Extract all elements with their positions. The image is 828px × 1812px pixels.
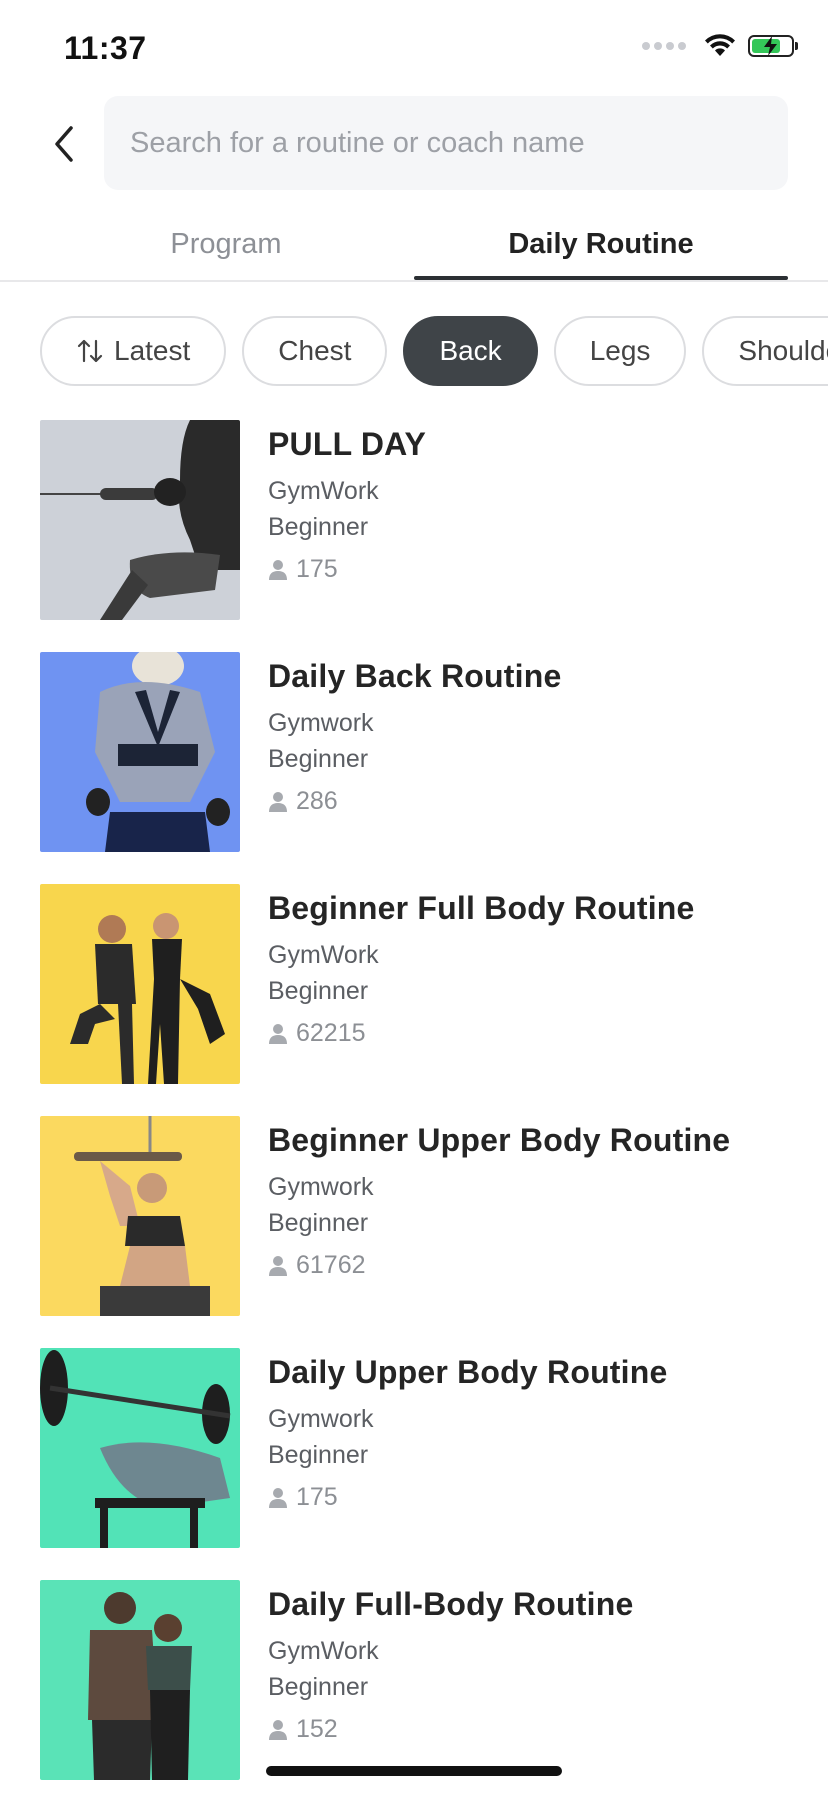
routine-level: Beginner <box>268 1441 369 1469</box>
sort-icon <box>76 338 104 364</box>
routine-level: Beginner <box>268 1673 369 1701</box>
filter-chip-legs[interactable]: Legs <box>553 316 687 386</box>
home-indicator <box>266 1766 562 1776</box>
person-icon <box>268 791 288 813</box>
status-time: 11:37 <box>64 30 147 66</box>
search-box[interactable] <box>104 96 788 190</box>
routine-level: Beginner <box>268 1209 369 1237</box>
routine-coach: Gymwork <box>268 709 374 737</box>
routine-coach: GymWork <box>268 941 379 969</box>
filter-chip-label: Shoulde <box>738 335 828 366</box>
routine-level: Beginner <box>268 977 369 1005</box>
routine-coach: Gymwork <box>268 1405 374 1433</box>
routine-item[interactable]: Daily Upper Body Routine Gymwork Beginne… <box>40 1348 828 1548</box>
routine-list: PULL DAY GymWork Beginner 175 Daily Back… <box>40 420 828 1812</box>
participant-count-value: 286 <box>296 787 338 815</box>
routine-title: Daily Back Routine <box>268 658 562 694</box>
routine-level: Beginner <box>268 745 369 773</box>
routine-title: Daily Full-Body Routine <box>268 1586 634 1622</box>
tab-daily-routine[interactable]: Daily Routine <box>414 228 788 261</box>
routine-thumbnail <box>40 1580 240 1780</box>
participant-count: 61762 <box>268 1251 730 1280</box>
tab-bar: Program Daily Routine <box>0 210 828 282</box>
routine-thumbnail <box>40 652 240 852</box>
routine-title: Daily Upper Body Routine <box>268 1354 668 1390</box>
participant-count-value: 62215 <box>296 1019 366 1047</box>
routine-title: Beginner Full Body Routine <box>268 890 695 926</box>
filter-chip-shoulders[interactable]: Shoulde <box>702 316 828 386</box>
filter-chips: Latest Chest Back Legs Shoulde <box>40 316 828 388</box>
participant-count: 152 <box>268 1715 634 1744</box>
participant-count-value: 61762 <box>296 1251 366 1279</box>
participant-count: 286 <box>268 787 561 816</box>
person-icon <box>268 1719 288 1741</box>
search-input[interactable] <box>128 125 788 161</box>
participant-count: 62215 <box>268 1019 695 1048</box>
participant-count-value: 175 <box>296 1483 338 1511</box>
routine-title: PULL DAY <box>268 426 427 462</box>
person-icon <box>268 1255 288 1277</box>
routine-coach: GymWork <box>268 477 379 505</box>
filter-chip-label: Back <box>439 335 502 366</box>
routine-coach: Gymwork <box>268 1173 374 1201</box>
routine-thumbnail <box>40 884 240 1084</box>
participant-count-value: 175 <box>296 555 338 583</box>
filter-chip-back[interactable]: Back <box>403 316 538 386</box>
routine-thumbnail <box>40 1348 240 1548</box>
routine-item[interactable]: Beginner Upper Body Routine Gymwork Begi… <box>40 1116 828 1316</box>
routine-item[interactable]: PULL DAY GymWork Beginner 175 <box>40 420 828 620</box>
routine-item[interactable]: Beginner Full Body Routine GymWork Begin… <box>40 884 828 1084</box>
filter-chip-latest[interactable]: Latest <box>40 316 227 386</box>
filter-chip-chest[interactable]: Chest <box>242 316 388 386</box>
participant-count: 175 <box>268 1483 668 1512</box>
chevron-left-icon <box>55 126 73 162</box>
battery-charging-icon <box>748 35 798 57</box>
participant-count: 175 <box>268 555 426 584</box>
person-icon <box>268 1023 288 1045</box>
routine-item[interactable]: Daily Full-Body Routine GymWork Beginner… <box>40 1580 828 1780</box>
signal-dots-icon <box>642 42 686 50</box>
filter-chip-label: Chest <box>278 335 352 366</box>
status-bar: 11:37 <box>0 0 828 90</box>
status-icons <box>642 34 798 58</box>
participant-count-value: 152 <box>296 1715 338 1743</box>
routine-thumbnail <box>40 420 240 620</box>
wifi-icon <box>705 34 735 56</box>
routine-title: Beginner Upper Body Routine <box>268 1122 731 1158</box>
routine-thumbnail <box>40 1116 240 1316</box>
active-tab-indicator <box>414 276 788 280</box>
tab-program[interactable]: Program <box>44 228 408 261</box>
filter-chip-label: Legs <box>589 335 651 366</box>
filter-chip-label: Latest <box>114 335 191 366</box>
routine-coach: GymWork <box>268 1637 379 1665</box>
back-button[interactable] <box>44 122 84 166</box>
routine-item[interactable]: Daily Back Routine Gymwork Beginner 286 <box>40 652 828 852</box>
person-icon <box>268 1487 288 1509</box>
person-icon <box>268 559 288 581</box>
routine-level: Beginner <box>268 513 369 541</box>
